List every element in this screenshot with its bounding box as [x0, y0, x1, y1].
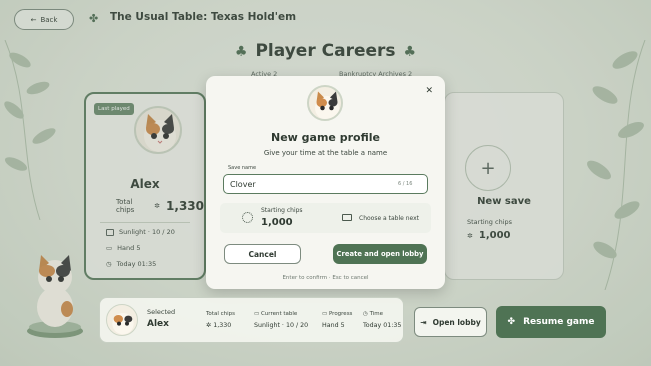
selected-name: Alex — [147, 319, 169, 329]
cat-avatar — [106, 304, 138, 336]
total-chips-value-row: ✲ 1,330 — [206, 322, 231, 329]
dialog-info-row: Starting chips 1,000 Choose a table next — [220, 203, 431, 233]
cancel-button[interactable]: Cancel — [224, 244, 301, 264]
total-chips-label: Total chips — [206, 311, 235, 317]
open-lobby-label: Open lobby — [432, 317, 481, 327]
starting-chips-value: 1,000 — [261, 217, 293, 228]
cat-avatar — [307, 85, 343, 121]
resume-game-button[interactable]: ✤ Resume game — [496, 306, 606, 338]
current-table-value: Sunlight · 10 / 20 — [254, 322, 309, 329]
keyboard-hint: Enter to confirm · Esc to cancel — [282, 275, 369, 281]
cards-icon: ▭ — [322, 311, 329, 317]
current-table-label-row: ▭ Current table — [254, 311, 297, 317]
open-lobby-button[interactable]: ⇥ Open lobby — [414, 307, 487, 337]
time-label: Time — [369, 311, 384, 317]
poker-chip-icon — [242, 212, 253, 223]
laptop-icon — [342, 214, 352, 221]
selected-label: Selected — [147, 308, 176, 316]
save-name-label: Save name — [228, 165, 257, 171]
char-count: 6 / 16 — [398, 181, 413, 187]
dialog-title: New game profile — [271, 131, 380, 144]
dialog-subtitle: Give your time at the table a name — [263, 149, 388, 157]
new-profile-dialog: ✕ New game profile Give your time at the… — [206, 76, 445, 289]
progress-label: Progress — [328, 311, 353, 317]
starting-chips-label: Starting chips — [261, 207, 303, 214]
exit-door-icon: ⇥ — [420, 317, 427, 327]
progress-value: Hand 5 — [322, 322, 345, 329]
close-icon[interactable]: ✕ — [425, 86, 433, 96]
time-label-row: ◷ Time — [363, 311, 383, 317]
time-value: Today 01:35 — [363, 322, 402, 329]
selected-profile-bar: Selected Alex Total chips ✲ 1,330 ▭ Curr… — [99, 297, 404, 343]
total-chips-value: 1,330 — [213, 322, 232, 329]
resume-game-label: Resume game — [523, 317, 595, 327]
choose-table-text: Choose a table next — [359, 215, 420, 222]
clover-icon: ✤ — [507, 317, 516, 327]
table-icon: ▭ — [254, 311, 261, 317]
create-and-open-lobby-button[interactable]: Create and open lobby — [333, 244, 427, 264]
progress-label-row: ▭ Progress — [322, 311, 352, 317]
current-table-label: Current table — [260, 311, 298, 317]
